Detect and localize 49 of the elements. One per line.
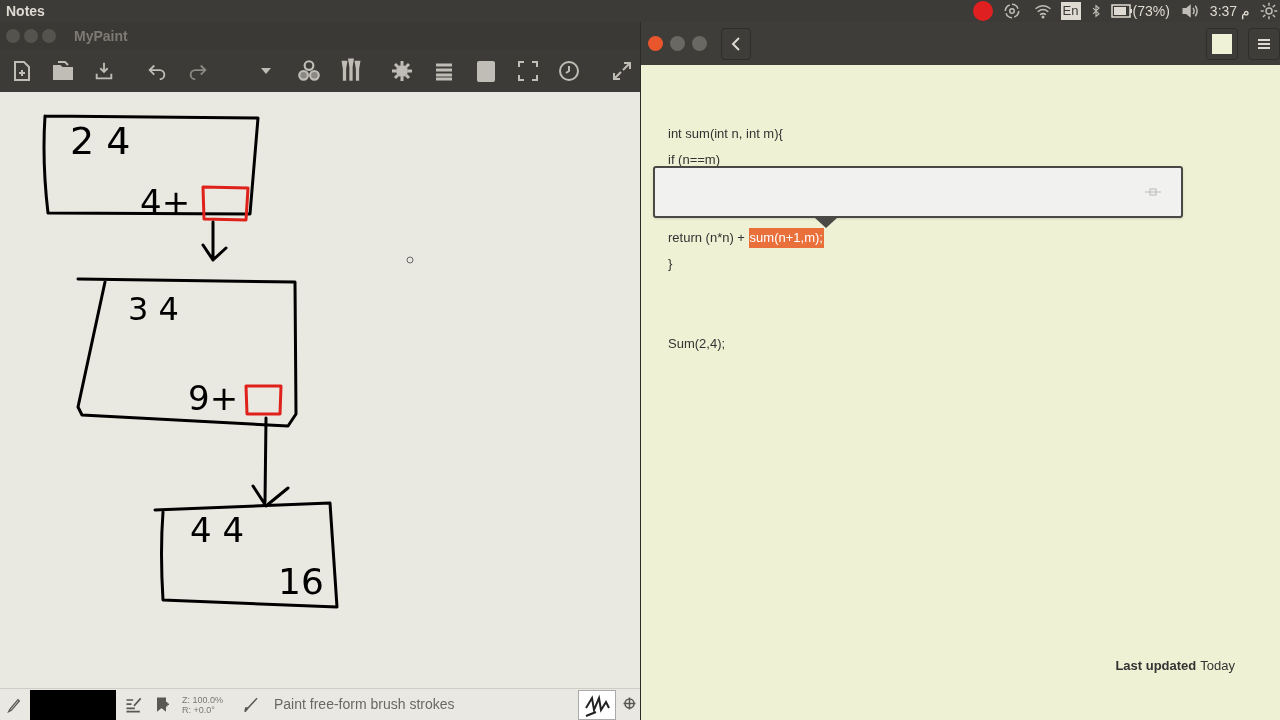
app-title: Notes bbox=[6, 1, 45, 21]
window-title: MyPaint bbox=[74, 26, 128, 46]
code-line: } bbox=[668, 255, 673, 274]
battery-icon[interactable] bbox=[1110, 4, 1133, 18]
marker-square bbox=[244, 384, 283, 416]
fan-icon[interactable] bbox=[1002, 2, 1021, 20]
note-color-button[interactable] bbox=[1206, 27, 1238, 60]
settings-icon[interactable] bbox=[390, 59, 414, 83]
expand-icon[interactable] bbox=[610, 59, 634, 83]
wifi-icon[interactable] bbox=[1032, 2, 1053, 20]
code-line: Sum(2,4); bbox=[668, 335, 726, 354]
rotation-readout: R: +0.0° bbox=[182, 704, 216, 715]
handwritten-number: 3 4 bbox=[128, 290, 179, 328]
battery-percent: (73%) bbox=[1132, 1, 1170, 21]
clock-icon[interactable] bbox=[557, 59, 581, 83]
settings-icon[interactable] bbox=[1260, 2, 1278, 20]
fullscreen-icon[interactable] bbox=[516, 59, 540, 83]
cursor-icon bbox=[406, 256, 414, 264]
menu-icon bbox=[1258, 38, 1270, 49]
keyboard-layout[interactable]: En bbox=[1060, 2, 1081, 20]
handwritten-number: 2 4 bbox=[70, 119, 131, 163]
selected-text: sum(n+1,m); bbox=[748, 228, 824, 248]
freehand-tool-button[interactable] bbox=[578, 689, 616, 720]
last-updated-label: Last updated bbox=[1115, 656, 1197, 675]
folder-icon[interactable] bbox=[51, 59, 75, 83]
arrow bbox=[201, 220, 228, 262]
zoom-readout: Z: 100.0% bbox=[182, 694, 225, 705]
code-line: return (n*n) + bbox=[668, 229, 746, 248]
dropdown-icon[interactable] bbox=[260, 68, 272, 74]
back-icon bbox=[731, 36, 741, 51]
drawing-canvas[interactable]: 2 4 4+ 3 4 9+ 4 4 16 bbox=[0, 92, 640, 688]
notepad-icon[interactable] bbox=[474, 59, 498, 83]
color-circles-icon[interactable] bbox=[296, 58, 322, 84]
last-updated-value: Today bbox=[1200, 656, 1235, 675]
handwritten-number: 16 bbox=[278, 561, 324, 602]
code-line: int sum(int n, int m){ bbox=[668, 125, 783, 144]
back-button[interactable] bbox=[721, 27, 751, 60]
handwritten-number: 9+ bbox=[188, 378, 239, 418]
handwritten-number: 4 4 bbox=[190, 510, 245, 550]
code-line: if (n==m) bbox=[668, 151, 720, 170]
clock[interactable]: م 3:37 bbox=[1209, 0, 1250, 22]
brush-icon[interactable] bbox=[242, 695, 260, 714]
color-swatch[interactable] bbox=[30, 689, 116, 720]
handwritten-number: 4+ bbox=[140, 182, 191, 222]
tool-hint: Paint free-form brush strokes bbox=[274, 695, 456, 714]
menu-button[interactable] bbox=[1248, 27, 1280, 60]
close-button[interactable] bbox=[648, 36, 663, 51]
marker-square bbox=[201, 185, 250, 222]
slider-icon[interactable] bbox=[1145, 187, 1161, 197]
